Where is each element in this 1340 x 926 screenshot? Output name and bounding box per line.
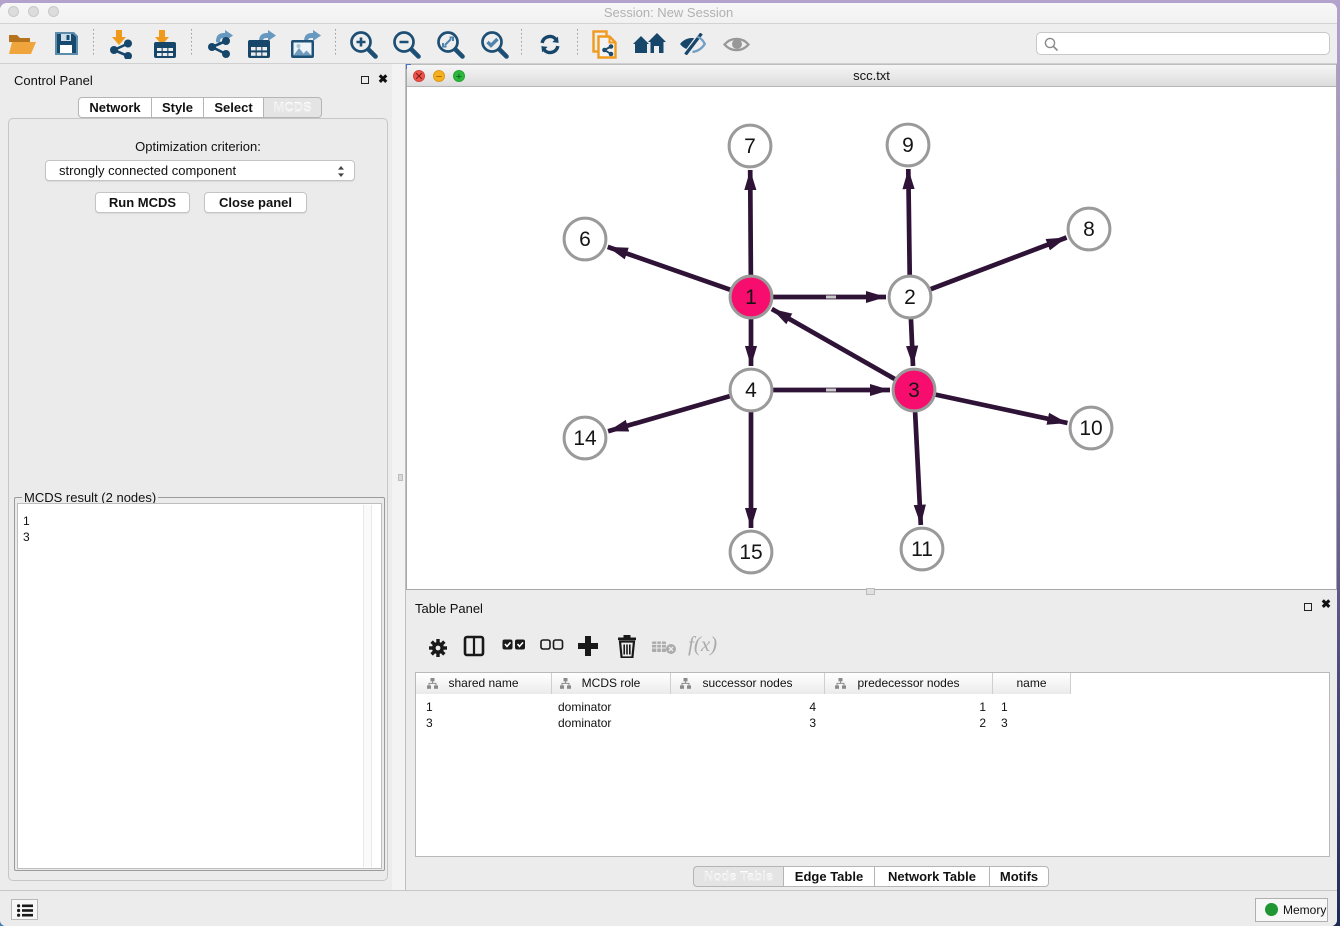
svg-text:14: 14 xyxy=(573,427,597,450)
svg-text:15: 15 xyxy=(739,541,762,564)
svg-text:7: 7 xyxy=(744,135,756,158)
svg-text:10: 10 xyxy=(1079,417,1102,440)
svg-text:11: 11 xyxy=(911,538,933,561)
svg-text:9: 9 xyxy=(902,134,914,157)
svg-text:4: 4 xyxy=(745,379,757,402)
svg-text:1: 1 xyxy=(745,286,757,309)
svg-text:6: 6 xyxy=(579,228,591,251)
svg-text:3: 3 xyxy=(908,379,920,402)
svg-text:8: 8 xyxy=(1083,218,1095,241)
svg-text:2: 2 xyxy=(904,286,916,309)
